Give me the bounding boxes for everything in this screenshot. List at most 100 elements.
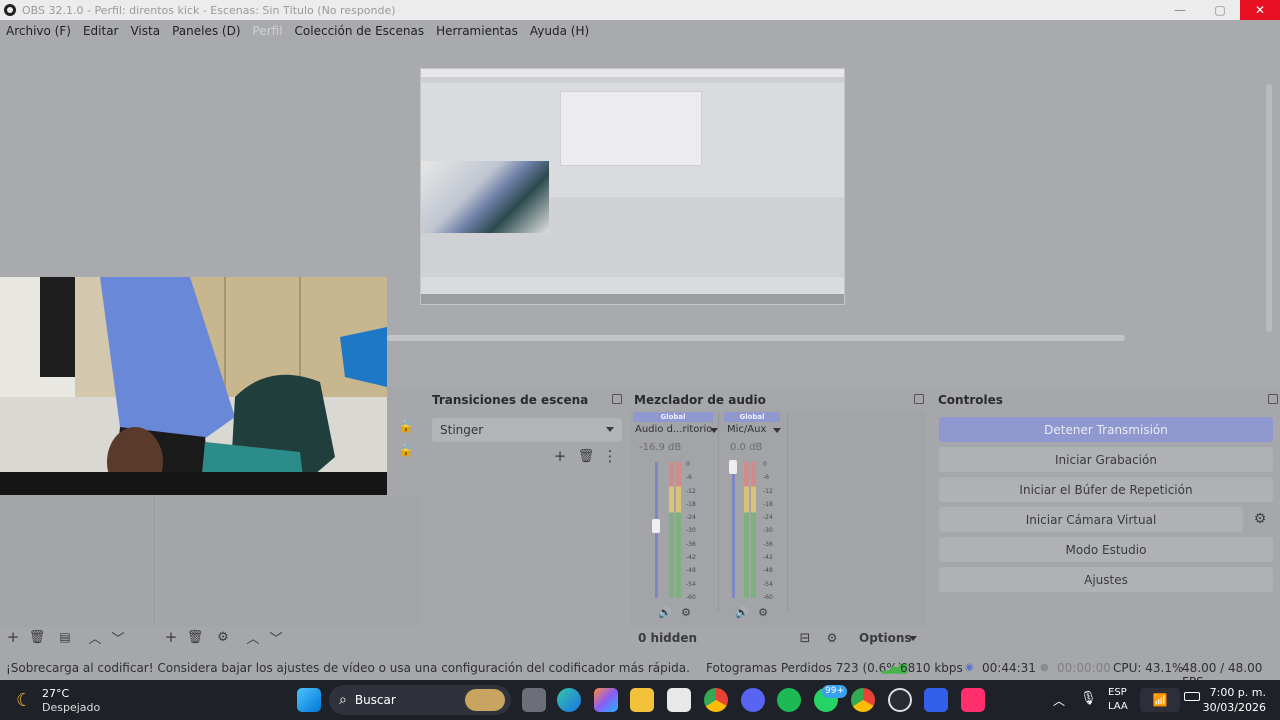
settings-button[interactable]: Ajustes bbox=[939, 567, 1273, 592]
menu-vista[interactable]: Vista bbox=[124, 24, 166, 38]
start-replay-buffer-button[interactable]: Iniciar el Búfer de Repetición bbox=[939, 477, 1273, 502]
undock-icon[interactable] bbox=[1268, 394, 1278, 404]
battery-icon[interactable] bbox=[1184, 692, 1200, 701]
recording-icon: ● bbox=[1040, 662, 1049, 673]
move-down-icon[interactable]: ﹀ bbox=[108, 627, 128, 647]
channel-name[interactable]: Mic/Aux bbox=[727, 424, 766, 435]
channel-db: -16.9 dB bbox=[639, 442, 682, 453]
studio-mode-button[interactable]: Modo Estudio bbox=[939, 537, 1273, 562]
menu-ayuda[interactable]: Ayuda (H) bbox=[524, 24, 595, 38]
remove-transition-icon[interactable]: 🗑 bbox=[576, 446, 596, 466]
undock-icon[interactable] bbox=[612, 394, 622, 404]
roblox-icon[interactable] bbox=[924, 688, 948, 712]
tray-chevron-up-icon[interactable]: ︿ bbox=[1053, 692, 1065, 709]
channel-menu-chevron-icon[interactable] bbox=[773, 428, 781, 433]
source-up-icon[interactable]: ︿ bbox=[243, 627, 263, 647]
mixer-settings-icon[interactable]: ⚙ bbox=[676, 602, 696, 622]
search-highlight-image bbox=[465, 689, 505, 711]
window-title: OBS 32.1.0 - Perfil: direntos kick - Esc… bbox=[22, 3, 396, 17]
close-button[interactable]: ✕ bbox=[1240, 0, 1280, 20]
clock-date[interactable]: 30/03/2026 bbox=[1203, 701, 1266, 714]
weather-moon-icon[interactable]: ☾ bbox=[16, 690, 32, 711]
tiktok-icon[interactable] bbox=[961, 688, 985, 712]
channel-name[interactable]: Audio d...ritorio bbox=[635, 424, 712, 435]
advanced-audio-gear-icon[interactable]: ⚙ bbox=[822, 628, 842, 648]
channel-global-badge: Global bbox=[633, 412, 713, 422]
move-up-icon[interactable]: ︿ bbox=[85, 627, 105, 647]
streaming-icon: ◉ bbox=[965, 662, 974, 673]
preview-vertical-scrollbar[interactable] bbox=[1266, 84, 1272, 332]
maximize-button[interactable]: ▢ bbox=[1200, 0, 1240, 20]
wifi-volume-icon[interactable]: 📶 bbox=[1140, 688, 1180, 712]
menu-perfil[interactable]: Perfil bbox=[247, 24, 289, 38]
menu-coleccion-escenas[interactable]: Colección de Escenas bbox=[289, 24, 431, 38]
input-language-2[interactable]: LAA bbox=[1108, 701, 1128, 712]
layout-toggle-icon[interactable]: ⊟ bbox=[795, 628, 815, 648]
search-placeholder: Buscar bbox=[354, 693, 396, 707]
volume-fader-handle[interactable] bbox=[652, 519, 660, 533]
volume-fader-track[interactable] bbox=[732, 462, 735, 598]
speaker-icon[interactable]: 🔊 bbox=[655, 602, 675, 622]
remove-scene-icon[interactable]: 🗑 bbox=[27, 627, 47, 647]
obs-taskbar-icon[interactable] bbox=[888, 688, 912, 712]
preview-nested-webcam bbox=[421, 161, 549, 233]
sources-list[interactable] bbox=[157, 496, 420, 626]
weather-desc[interactable]: Despejado bbox=[42, 701, 100, 714]
mixer-settings-icon[interactable]: ⚙ bbox=[753, 602, 773, 622]
spotify-icon[interactable] bbox=[777, 688, 801, 712]
copilot-icon[interactable] bbox=[594, 688, 618, 712]
source-down-icon[interactable]: ﹀ bbox=[266, 627, 286, 647]
channel-separator bbox=[718, 412, 719, 612]
more-options-icon[interactable]: ⋮ bbox=[600, 446, 620, 466]
preview-nested-taskbar bbox=[421, 294, 844, 304]
input-language-1[interactable]: ESP bbox=[1108, 687, 1127, 698]
chrome-profile-icon[interactable] bbox=[851, 688, 875, 712]
stream-time: 00:44:31 bbox=[982, 661, 1036, 675]
minimize-button[interactable]: — bbox=[1160, 0, 1200, 20]
microphone-icon[interactable]: 🎙 bbox=[1080, 691, 1097, 706]
source-properties-gear-icon[interactable]: ⚙ bbox=[213, 627, 233, 647]
options-button[interactable]: Options bbox=[859, 631, 912, 645]
lock-icon[interactable]: 🔒 bbox=[396, 416, 416, 436]
options-chevron-icon bbox=[909, 636, 917, 641]
menu-archivo[interactable]: Archivo (F) bbox=[0, 24, 77, 38]
virtual-camera-gear-icon[interactable]: ⚙ bbox=[1250, 509, 1270, 529]
transition-select[interactable]: Stinger bbox=[432, 418, 622, 442]
menu-editar[interactable]: Editar bbox=[77, 24, 125, 38]
remove-source-icon[interactable]: 🗑 bbox=[185, 627, 205, 647]
weather-temp[interactable]: 27°C bbox=[42, 687, 69, 700]
lock-icon-2[interactable]: 🔒 bbox=[396, 440, 416, 460]
preview-horizontal-scrollbar[interactable] bbox=[387, 335, 1125, 341]
discord-icon[interactable] bbox=[741, 688, 765, 712]
windows-start-icon[interactable] bbox=[297, 688, 321, 712]
start-recording-button[interactable]: Iniciar Grabación bbox=[939, 447, 1273, 472]
volume-fader-handle[interactable] bbox=[729, 460, 737, 474]
bitrate: 6810 kbps bbox=[900, 661, 963, 675]
add-scene-icon[interactable]: + bbox=[3, 627, 23, 647]
edge-icon[interactable] bbox=[557, 688, 581, 712]
level-meter bbox=[744, 462, 749, 598]
taskbar-search-box[interactable]: ⌕ Buscar bbox=[329, 685, 511, 715]
scenes-list[interactable] bbox=[0, 496, 155, 626]
channel-menu-chevron-icon[interactable] bbox=[710, 428, 718, 433]
chrome-icon[interactable] bbox=[704, 688, 728, 712]
menu-paneles[interactable]: Paneles (D) bbox=[166, 24, 246, 38]
speaker-icon[interactable]: 🔊 bbox=[732, 602, 752, 622]
task-view-icon[interactable] bbox=[522, 688, 546, 712]
preview-nested-menubar bbox=[421, 77, 844, 83]
add-transition-icon[interactable]: + bbox=[550, 446, 570, 466]
store-icon[interactable] bbox=[667, 688, 691, 712]
scene-filters-icon[interactable]: ▤ bbox=[55, 627, 75, 647]
start-virtual-camera-button[interactable]: Iniciar Cámara Virtual bbox=[939, 507, 1243, 532]
meter-scale: 0 -6 -12 -18 -24 -30 -36 -42 -48 -54 -60 bbox=[686, 461, 696, 601]
meter-scale: 0 -6 -12 -18 -24 -30 -36 -42 -48 -54 -60 bbox=[763, 461, 773, 601]
clock-time[interactable]: 7:00 p. m. bbox=[1210, 686, 1266, 699]
file-explorer-icon[interactable] bbox=[630, 688, 654, 712]
stop-streaming-button[interactable]: Detener Transmisión bbox=[939, 417, 1273, 442]
program-preview[interactable] bbox=[420, 68, 845, 305]
notification-badge: 99+ bbox=[822, 685, 847, 698]
channel-db: 0.0 dB bbox=[730, 442, 763, 453]
add-source-icon[interactable]: + bbox=[161, 627, 181, 647]
menu-herramientas[interactable]: Herramientas bbox=[430, 24, 524, 38]
undock-icon[interactable] bbox=[914, 394, 924, 404]
